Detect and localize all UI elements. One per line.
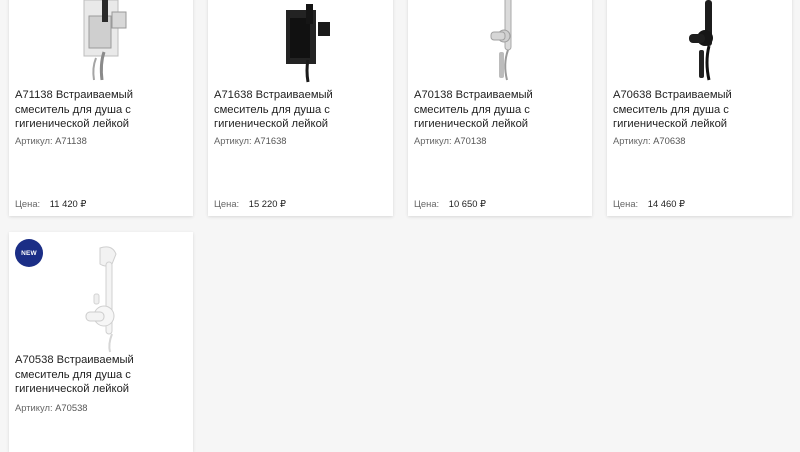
product-card[interactable]: NEW A70538 Встраиваемый смеситель для ду… (9, 232, 193, 452)
faucet-white-round-icon (85, 246, 117, 353)
product-image[interactable] (208, 0, 393, 86)
product-card[interactable]: A71638 Встраиваемый смеситель для душа с… (208, 0, 393, 216)
price-value: 10 650 ₽ (448, 198, 487, 209)
product-title[interactable]: A71638 Встраиваемый смеситель для душа с… (214, 88, 387, 132)
faucet-chrome-square-icon (83, 0, 127, 81)
price-label: Цена: (613, 198, 639, 209)
sku-label: Артикул: (15, 402, 53, 413)
sku-label: Артикул: (214, 135, 252, 146)
product-sku: Артикул: A70138 (414, 135, 487, 146)
sku-value: A70538 (55, 402, 88, 413)
faucet-black-round-icon (688, 0, 713, 81)
sku-label: Артикул: (613, 135, 651, 146)
sku-value: A70638 (653, 135, 686, 146)
product-title[interactable]: A71138 Встраиваемый смеситель для душа с… (15, 88, 187, 132)
product-price: Цена: 14 460 ₽ (613, 198, 685, 210)
faucet-chrome-round-icon (490, 0, 512, 81)
product-image[interactable] (9, 0, 193, 86)
product-sku: Артикул: A70538 (15, 402, 88, 413)
product-price: Цена: 11 420 ₽ (15, 198, 86, 210)
product-card[interactable]: A70138 Встраиваемый смеситель для душа с… (408, 0, 592, 216)
price-value: 11 420 ₽ (49, 198, 87, 209)
sku-label: Артикул: (414, 135, 452, 146)
faucet-black-square-icon (285, 4, 330, 83)
product-sku: Артикул: A71638 (214, 135, 287, 146)
sku-value: A71638 (254, 135, 287, 146)
price-label: Цена: (15, 198, 41, 209)
product-price: Цена: 10 650 ₽ (414, 198, 486, 210)
product-card[interactable]: A71138 Встраиваемый смеситель для душа с… (9, 0, 193, 216)
price-value: 15 220 ₽ (248, 198, 287, 209)
product-card[interactable]: A70638 Встраиваемый смеситель для душа с… (607, 0, 792, 216)
price-value: 14 460 ₽ (647, 198, 686, 209)
sku-label: Артикул: (15, 135, 53, 146)
product-sku: Артикул: A71138 (15, 135, 87, 146)
product-title[interactable]: A70138 Встраиваемый смеситель для душа с… (414, 88, 586, 132)
product-sku: Артикул: A70638 (613, 135, 686, 146)
sku-value: A71138 (55, 135, 87, 146)
price-label: Цена: (414, 198, 440, 209)
price-label: Цена: (214, 198, 240, 209)
product-price: Цена: 15 220 ₽ (214, 198, 286, 210)
product-title[interactable]: A70638 Встраиваемый смеситель для душа с… (613, 88, 786, 132)
product-image[interactable] (607, 0, 792, 86)
product-title[interactable]: A70538 Встраиваемый смеситель для душа с… (15, 353, 187, 397)
product-image[interactable] (408, 0, 592, 86)
sku-value: A70138 (454, 135, 487, 146)
product-image[interactable] (9, 232, 193, 353)
